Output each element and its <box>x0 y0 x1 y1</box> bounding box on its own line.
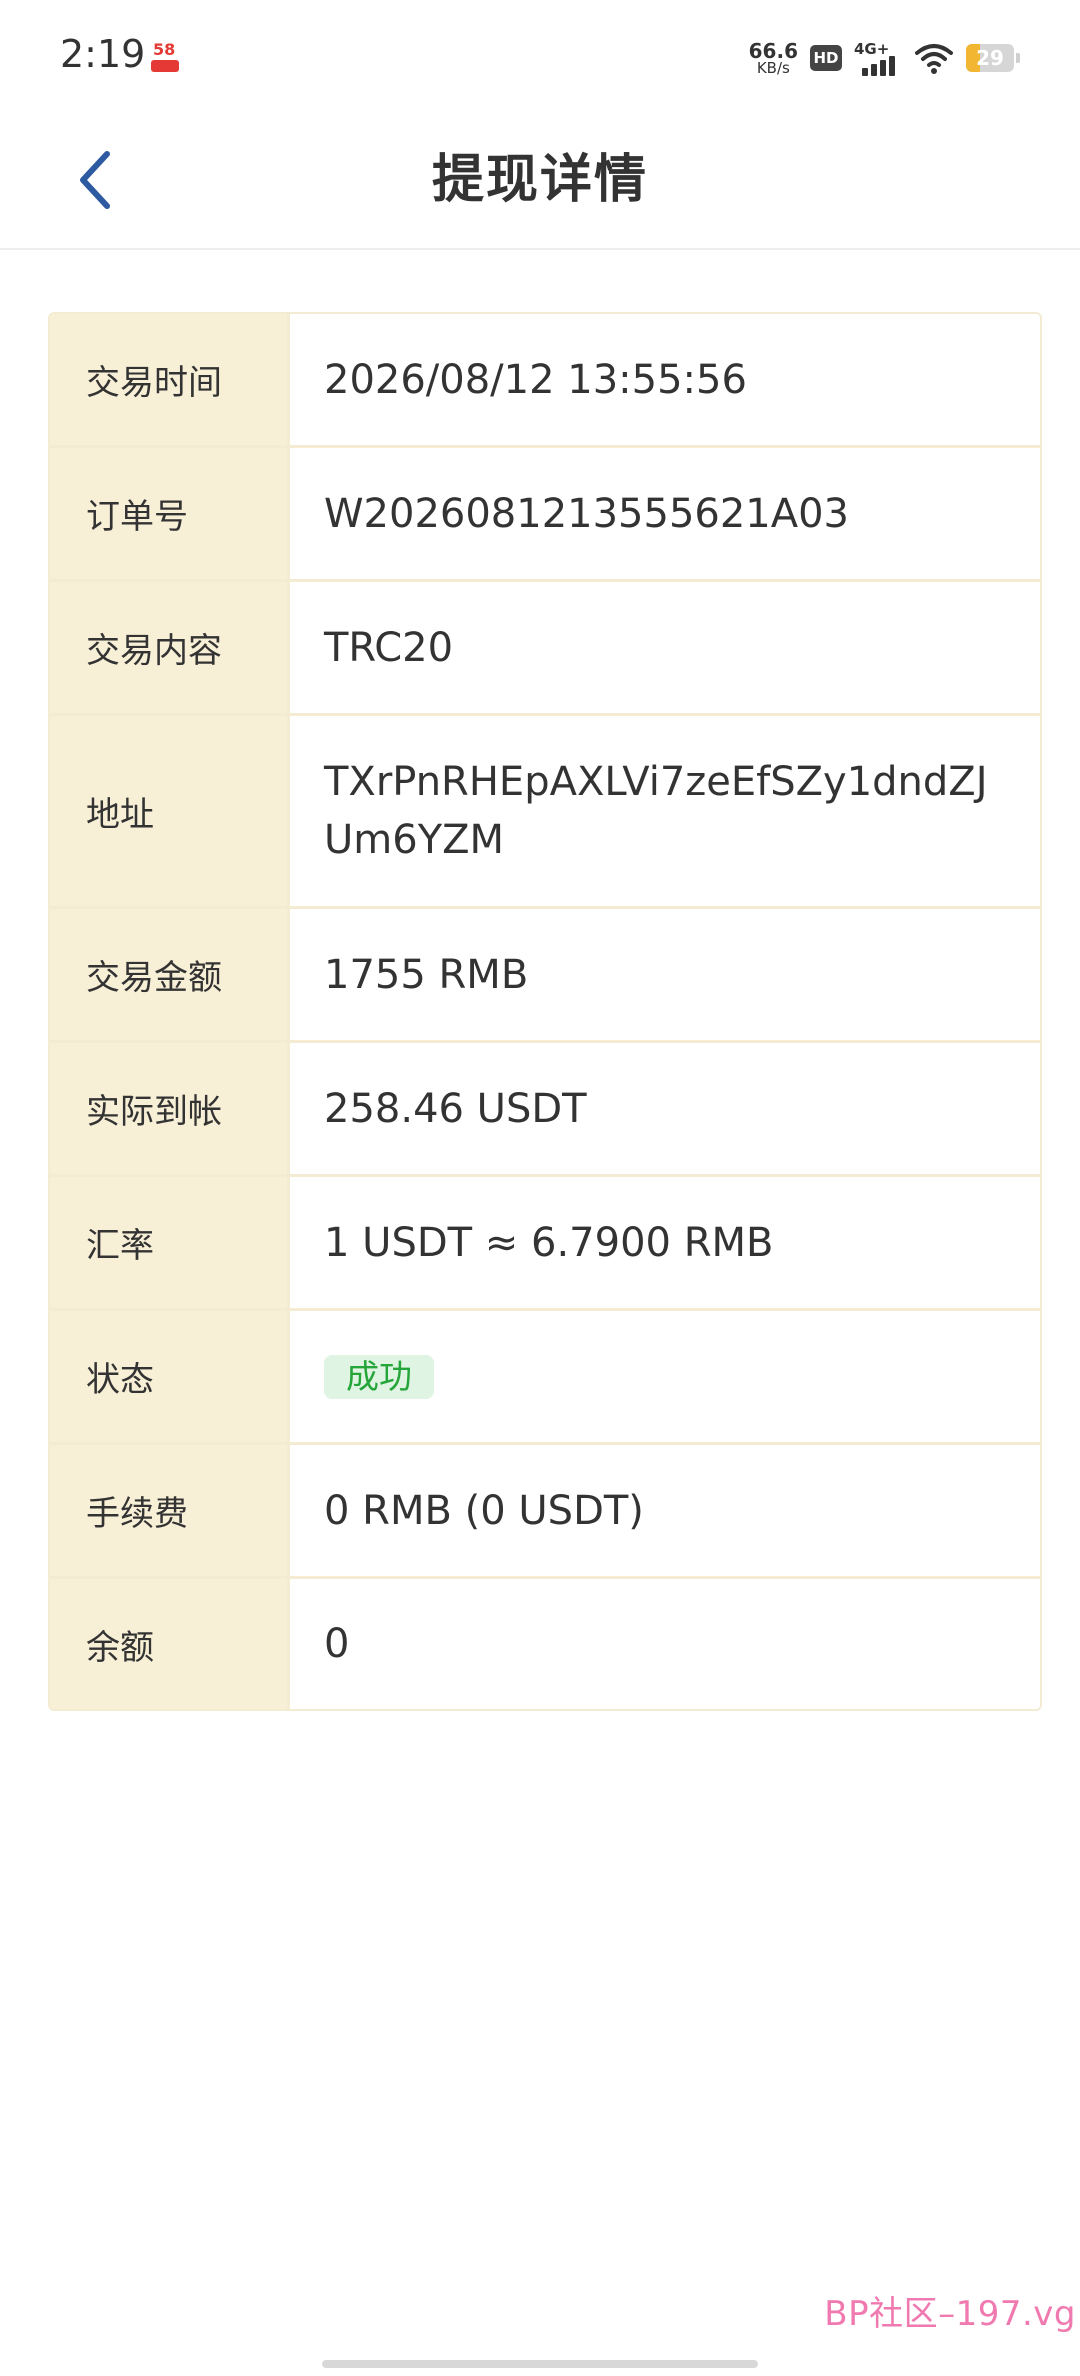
screen: 2:19 58 66.6 KB/s HD 4G+ 29 提现详情 交易时间 20… <box>0 0 1080 2376</box>
detail-row-received: 实际到帐 258.46 USDT <box>50 1043 1040 1177</box>
cellular-signal-icon: 4G+ <box>854 40 902 76</box>
status-indicators: 66.6 KB/s HD 4G+ 29 <box>749 36 1020 80</box>
detail-label: 订单号 <box>50 448 290 579</box>
detail-label: 余额 <box>50 1579 290 1709</box>
detail-row-order: 订单号 W2026081213555621A03 <box>50 448 1040 582</box>
detail-row-content: 交易内容 TRC20 <box>50 582 1040 716</box>
status-time: 2:19 <box>60 32 146 76</box>
status-badge: 成功 <box>324 1354 434 1399</box>
detail-row-amount: 交易金额 1755 RMB <box>50 909 1040 1043</box>
network-speed-value: 66.6 <box>748 38 798 63</box>
app-badge-text: 58 <box>153 40 176 59</box>
detail-row-balance: 余额 0 <box>50 1579 1040 1709</box>
app-badge-strip <box>151 60 179 72</box>
signal-bar <box>871 64 877 76</box>
detail-value: 258.46 USDT <box>324 1085 587 1132</box>
status-bar: 2:19 58 66.6 KB/s HD 4G+ 29 <box>0 0 1080 110</box>
battery-body: 29 <box>966 44 1014 72</box>
back-button[interactable] <box>60 140 130 220</box>
nav-bar: 提现详情 <box>0 110 1080 250</box>
network-speed-unit: KB/s <box>756 58 790 77</box>
detail-value: 1755 RMB <box>324 951 529 998</box>
app-notification-icon: 58 <box>150 40 180 74</box>
detail-value: 2026/08/12 13:55:56 <box>324 356 747 403</box>
detail-value: 0 <box>324 1621 350 1667</box>
battery-icon: 29 <box>966 44 1020 72</box>
detail-row-time: 交易时间 2026/08/12 13:55:56 <box>50 314 1040 448</box>
detail-value: TXrPnRHEpAXLVi7zeEfSZy1dndZJUm6YZM <box>324 759 988 863</box>
detail-value: TRC20 <box>324 624 454 671</box>
detail-row-status: 状态 成功 <box>50 1311 1040 1445</box>
network-speed: 66.6 KB/s <box>749 41 798 76</box>
detail-label: 实际到帐 <box>50 1043 290 1174</box>
detail-label: 交易内容 <box>50 582 290 713</box>
page-title: 提现详情 <box>431 150 648 210</box>
home-indicator[interactable] <box>322 2360 758 2368</box>
detail-row-address: 地址 TXrPnRHEpAXLVi7zeEfSZy1dndZJUm6YZM <box>50 716 1040 909</box>
signal-bar <box>862 68 868 76</box>
detail-value: 0 RMB (0 USDT) <box>324 1487 644 1534</box>
detail-row-rate: 汇率 1 USDT ≈ 6.7900 RMB <box>50 1177 1040 1311</box>
detail-label: 交易时间 <box>50 314 290 445</box>
wifi-icon <box>915 44 953 74</box>
signal-bar <box>889 56 895 76</box>
signal-bar <box>880 60 886 76</box>
detail-label: 地址 <box>50 716 290 906</box>
detail-table: 交易时间 2026/08/12 13:55:56 订单号 W2026081213… <box>48 312 1042 1711</box>
battery-tip <box>1016 53 1020 63</box>
signal-label: 4G+ <box>854 40 890 58</box>
detail-label: 手续费 <box>50 1445 290 1576</box>
detail-label: 汇率 <box>50 1177 290 1308</box>
detail-value: 成功 <box>290 1311 1040 1442</box>
detail-label: 状态 <box>50 1311 290 1442</box>
battery-level: 29 <box>976 46 1004 70</box>
watermark: BP社区–197.vg <box>824 2294 1076 2334</box>
detail-row-fee: 手续费 0 RMB (0 USDT) <box>50 1445 1040 1579</box>
detail-value: W2026081213555621A03 <box>324 490 849 537</box>
detail-value: 1 USDT ≈ 6.7900 RMB <box>324 1219 774 1266</box>
detail-label: 交易金额 <box>50 909 290 1040</box>
hd-icon: HD <box>810 45 842 71</box>
chevron-left-icon <box>80 151 110 209</box>
